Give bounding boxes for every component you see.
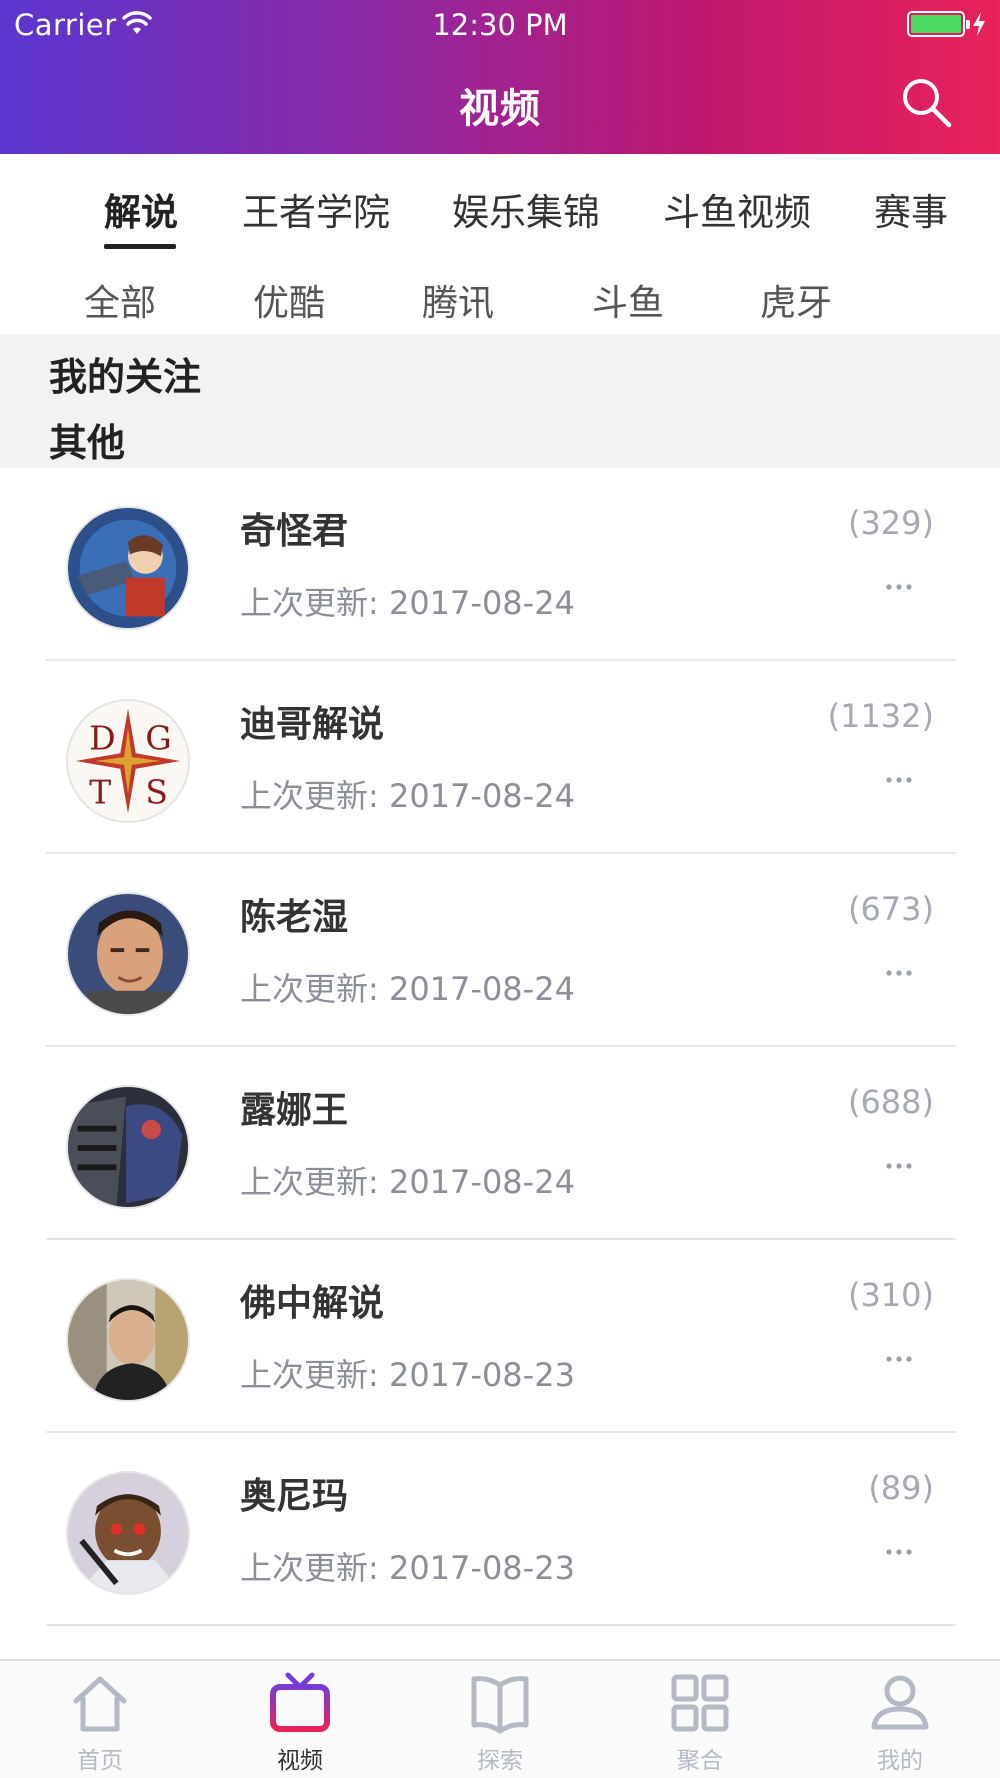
last-updated: 上次更新: 2017-08-23 [240, 1549, 575, 1587]
video-count: (673) [847, 890, 934, 928]
page-title: 视频 [459, 86, 541, 132]
tabbar-label: 聚合 [677, 1748, 723, 1774]
last-updated: 上次更新: 2017-08-24 [240, 777, 575, 815]
subtab-youku[interactable]: 优酷 [253, 274, 325, 326]
more-options-icon[interactable] [884, 1354, 914, 1364]
commentator-name: 迪哥解说 [240, 704, 385, 745]
charging-icon [973, 12, 985, 36]
battery-icon [907, 11, 970, 37]
subtab-huya[interactable]: 虎牙 [760, 274, 832, 326]
search-icon[interactable] [898, 74, 954, 130]
more-options-icon[interactable] [884, 775, 914, 785]
video-count: (89) [868, 1469, 934, 1507]
active-tab-indicator [104, 244, 176, 249]
svg-text:D: D [89, 718, 115, 757]
last-updated: 上次更新: 2017-08-24 [240, 1163, 575, 1201]
commentator-name: 奥尼玛 [240, 1476, 349, 1517]
video-count: (688) [847, 1083, 934, 1121]
avatar [66, 506, 190, 630]
category-tabs: 解说 王者学院 娱乐集锦 斗鱼视频 赛事 [0, 154, 1000, 254]
book-icon [471, 1676, 529, 1734]
section-following[interactable]: 我的关注 [49, 346, 201, 401]
tabbar-explore[interactable]: 探索 [430, 1671, 570, 1776]
tabbar-profile[interactable]: 我的 [830, 1671, 970, 1776]
user-icon [871, 1675, 929, 1730]
tabbar-home[interactable]: 首页 [30, 1671, 170, 1776]
grid-icon [671, 1674, 729, 1732]
tabbar-label: 首页 [77, 1748, 123, 1774]
video-count: (1132) [827, 697, 934, 735]
status-time: 12:30 PM [432, 8, 568, 42]
more-options-icon[interactable] [884, 582, 914, 592]
source-filter: 全部 优酷 腾讯 斗鱼 虎牙 [0, 254, 1000, 334]
tab-entertainment-highlights[interactable]: 娱乐集锦 [452, 182, 600, 236]
subtab-all[interactable]: 全部 [84, 274, 156, 326]
last-updated: 上次更新: 2017-08-24 [240, 584, 575, 622]
subtab-douyu[interactable]: 斗鱼 [592, 274, 664, 326]
tabbar-label: 探索 [477, 1748, 523, 1774]
section-header: 我的关注 其他 [0, 334, 1000, 468]
avatar [66, 892, 190, 1016]
more-options-icon[interactable] [884, 1161, 914, 1171]
svg-text:G: G [145, 718, 171, 757]
home-icon [73, 1676, 127, 1732]
avatar: DGTS [66, 699, 190, 823]
avatar [66, 1471, 190, 1595]
last-updated: 上次更新: 2017-08-24 [240, 970, 575, 1008]
tab-events[interactable]: 赛事 [874, 182, 948, 236]
row-divider [46, 1624, 956, 1626]
list-item[interactable]: 露娜王 (688) 上次更新: 2017-08-24 [0, 1047, 1000, 1240]
list-item[interactable]: 佛中解说 (310) 上次更新: 2017-08-23 [0, 1240, 1000, 1433]
tabbar-video[interactable]: 视频 [230, 1671, 370, 1776]
svg-text:T: T [89, 773, 111, 812]
commentator-name: 奇怪君 [240, 511, 349, 552]
more-options-icon[interactable] [884, 968, 914, 978]
commentator-name: 陈老湿 [240, 897, 349, 938]
video-count: (310) [847, 1276, 934, 1314]
video-count: (329) [847, 504, 934, 542]
tabbar-label: 我的 [877, 1748, 923, 1774]
bottom-tab-bar: 首页 视频 探索 聚合 我的 [0, 1659, 1000, 1778]
svg-text:S: S [145, 773, 168, 812]
last-updated: 上次更新: 2017-08-23 [240, 1356, 575, 1394]
tv-icon [270, 1672, 330, 1732]
tabbar-aggregate[interactable]: 聚合 [630, 1671, 770, 1776]
navigation-header: Carrier 12:30 PM 视频 [0, 0, 1000, 154]
tab-douyu-videos[interactable]: 斗鱼视频 [663, 182, 811, 236]
tabbar-label: 视频 [277, 1748, 323, 1774]
more-options-icon[interactable] [884, 1547, 914, 1557]
section-other[interactable]: 其他 [49, 412, 125, 467]
commentator-name: 佛中解说 [240, 1283, 385, 1324]
list-item[interactable]: 奥尼玛 (89) 上次更新: 2017-08-23 [0, 1433, 1000, 1626]
tab-king-academy[interactable]: 王者学院 [242, 182, 390, 236]
subtab-tencent[interactable]: 腾讯 [422, 274, 494, 326]
tab-commentary[interactable]: 解说 [104, 182, 178, 236]
list-item[interactable]: 奇怪君 (329) 上次更新: 2017-08-24 [0, 468, 1000, 661]
avatar [66, 1278, 190, 1402]
commentator-name: 露娜王 [240, 1090, 349, 1131]
list-item[interactable]: DGTS 迪哥解说 (1132) 上次更新: 2017-08-24 [0, 661, 1000, 854]
status-bar: Carrier 12:30 PM [0, 0, 1000, 50]
avatar [66, 1085, 190, 1209]
list-item[interactable]: 陈老湿 (673) 上次更新: 2017-08-24 [0, 854, 1000, 1047]
